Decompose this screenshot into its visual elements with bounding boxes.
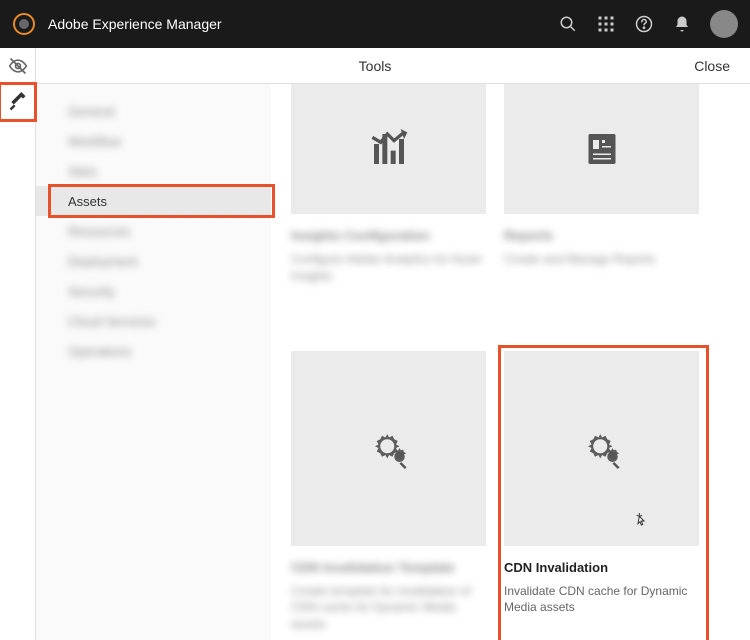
cursor-icon	[634, 511, 650, 527]
left-rail	[0, 84, 36, 640]
card-tile	[504, 84, 699, 214]
nav-item-sites[interactable]: Sites	[36, 156, 271, 186]
card-desc: Configure Adobe Analytics for Asset Insi…	[291, 251, 486, 285]
tools-bar: Tools Close	[0, 48, 750, 84]
close-button[interactable]: Close	[694, 58, 730, 74]
card-tile	[504, 351, 699, 546]
card-tile	[291, 84, 486, 214]
apps-icon[interactable]	[596, 14, 616, 34]
nav-item-deployment[interactable]: Deployment	[36, 246, 271, 276]
card-reports[interactable]: Reports Create and Manage Reports	[504, 84, 699, 285]
card-insights-configuration[interactable]: Insights Configuration Configure Adobe A…	[291, 84, 486, 285]
card-cdn-invalidation-template[interactable]: CDN Invalidation Template Create templat…	[291, 351, 486, 633]
search-icon[interactable]	[558, 14, 578, 34]
card-desc: Invalidate CDN cache for Dynamic Media a…	[504, 583, 699, 617]
nav-item-assets[interactable]: Assets	[36, 186, 271, 216]
main: General Workflow Sites Assets Resources …	[0, 84, 750, 640]
content-area: Insights Configuration Configure Adobe A…	[271, 84, 750, 640]
nav-item-label: Assets	[68, 194, 107, 209]
bell-icon[interactable]	[672, 14, 692, 34]
nav-item-cloud-services[interactable]: Cloud Services	[36, 306, 271, 336]
header-bar: Adobe Experience Manager	[0, 0, 750, 48]
help-icon[interactable]	[634, 14, 654, 34]
page-title: Tools	[359, 58, 392, 74]
card-title: Insights Configuration	[291, 228, 486, 243]
header-actions	[558, 10, 738, 38]
hammer-icon[interactable]	[0, 84, 35, 120]
brand-title: Adobe Experience Manager	[48, 16, 558, 32]
avatar[interactable]	[710, 10, 738, 38]
rail-toggle-icon[interactable]	[0, 48, 36, 84]
card-tile	[291, 351, 486, 546]
card-grid: Insights Configuration Configure Adobe A…	[291, 84, 730, 633]
gears-icon	[368, 427, 410, 469]
nav-item-operations[interactable]: Operations	[36, 336, 271, 366]
card-title: Reports	[504, 228, 699, 243]
card-title: CDN Invalidation	[504, 560, 699, 575]
nav-item-resources[interactable]: Resources	[36, 216, 271, 246]
tools-nav: General Workflow Sites Assets Resources …	[36, 84, 271, 640]
card-cdn-invalidation[interactable]: CDN Invalidation Invalidate CDN cache fo…	[504, 351, 699, 633]
adobe-logo	[12, 12, 36, 36]
card-title: CDN Invalidation Template	[291, 560, 486, 575]
gears-icon	[581, 427, 623, 469]
chart-trend-icon	[369, 129, 409, 169]
report-icon	[584, 131, 620, 167]
nav-item-workflow[interactable]: Workflow	[36, 126, 271, 156]
card-desc: Create template for invalidation of CDN …	[291, 583, 486, 633]
nav-item-security[interactable]: Security	[36, 276, 271, 306]
nav-item-general[interactable]: General	[36, 96, 271, 126]
card-desc: Create and Manage Reports	[504, 251, 699, 268]
